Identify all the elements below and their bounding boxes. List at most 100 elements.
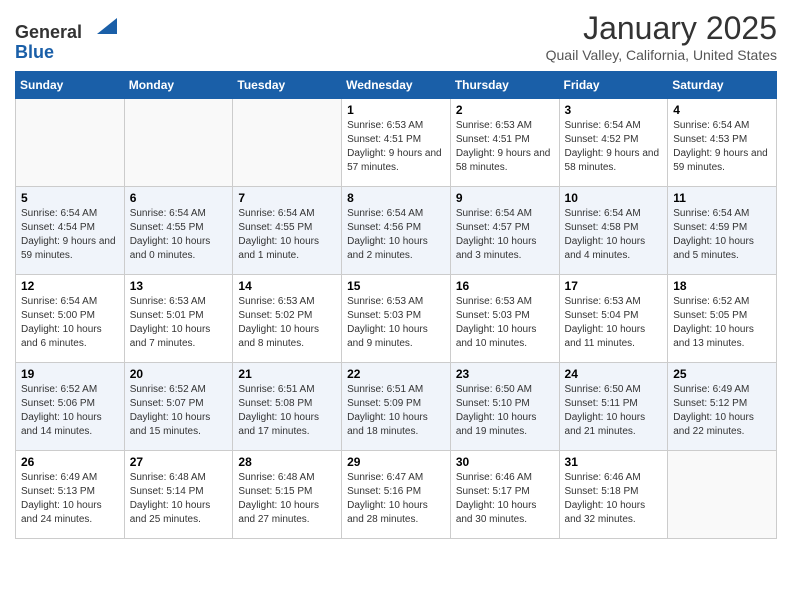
day-info: Sunrise: 6:54 AM Sunset: 4:59 PM Dayligh… <box>673 207 771 263</box>
day-number: 5 <box>21 191 119 205</box>
calendar-cell: 29 Sunrise: 6:47 AM Sunset: 5:16 PM Dayli… <box>342 451 451 539</box>
day-number: 10 <box>565 191 663 205</box>
logo-blue: Blue <box>15 42 54 62</box>
calendar-cell: 31 Sunrise: 6:46 AM Sunset: 5:18 PM Dayli… <box>559 451 668 539</box>
calendar-cell: 10 Sunrise: 6:54 AM Sunset: 4:58 PM Dayli… <box>559 187 668 275</box>
col-header-thursday: Thursday <box>450 72 559 99</box>
calendar-cell: 14Sunrise: 6:53 AM Sunset: 5:02 PM Dayli… <box>233 275 342 363</box>
calendar-cell <box>233 99 342 187</box>
day-number: 21 <box>238 367 336 381</box>
calendar-cell: 7 Sunrise: 6:54 AM Sunset: 4:55 PM Daylig… <box>233 187 342 275</box>
calendar-cell: 3 Sunrise: 6:54 AM Sunset: 4:52 PM Daylig… <box>559 99 668 187</box>
calendar-cell: 5 Sunrise: 6:54 AM Sunset: 4:54 PM Daylig… <box>16 187 125 275</box>
day-number: 22 <box>347 367 445 381</box>
day-info: Sunrise: 6:54 AM Sunset: 5:00 PM Dayligh… <box>21 295 119 351</box>
calendar-cell: 1Sunrise: 6:53 AM Sunset: 4:51 PM Daylig… <box>342 99 451 187</box>
calendar-cell: 20 Sunrise: 6:52 AM Sunset: 5:07 PM Dayli… <box>124 363 233 451</box>
day-number: 26 <box>21 455 119 469</box>
calendar-cell: 17 Sunrise: 6:53 AM Sunset: 5:04 PM Dayli… <box>559 275 668 363</box>
day-number: 23 <box>456 367 554 381</box>
day-number: 15 <box>347 279 445 293</box>
day-number: 31 <box>565 455 663 469</box>
calendar-cell: 16Sunrise: 6:53 AM Sunset: 5:03 PM Dayli… <box>450 275 559 363</box>
day-number: 19 <box>21 367 119 381</box>
day-info: Sunrise: 6:48 AM Sunset: 5:15 PM Dayligh… <box>238 471 336 527</box>
calendar-cell: 30 Sunrise: 6:46 AM Sunset: 5:17 PM Dayli… <box>450 451 559 539</box>
day-number: 13 <box>130 279 228 293</box>
day-info: Sunrise: 6:54 AM Sunset: 4:55 PM Dayligh… <box>130 207 228 263</box>
day-info: Sunrise: 6:54 AM Sunset: 4:54 PM Dayligh… <box>21 207 119 263</box>
page-header: General Blue January 2025 Quail Valley, … <box>15 10 777 63</box>
day-number: 20 <box>130 367 228 381</box>
day-info: Sunrise: 6:51 AM Sunset: 5:08 PM Dayligh… <box>238 383 336 439</box>
calendar-header-row: SundayMondayTuesdayWednesdayThursdayFrid… <box>16 72 777 99</box>
week-row-4: 19 Sunrise: 6:52 AM Sunset: 5:06 PM Dayli… <box>16 363 777 451</box>
day-number: 18 <box>673 279 771 293</box>
calendar-cell: 6 Sunrise: 6:54 AM Sunset: 4:55 PM Daylig… <box>124 187 233 275</box>
calendar-cell <box>16 99 125 187</box>
day-number: 4 <box>673 103 771 117</box>
day-number: 30 <box>456 455 554 469</box>
day-number: 24 <box>565 367 663 381</box>
col-header-tuesday: Tuesday <box>233 72 342 99</box>
day-info: Sunrise: 6:46 AM Sunset: 5:17 PM Dayligh… <box>456 471 554 527</box>
day-number: 3 <box>565 103 663 117</box>
day-info: Sunrise: 6:48 AM Sunset: 5:14 PM Dayligh… <box>130 471 228 527</box>
day-info: Sunrise: 6:52 AM Sunset: 5:06 PM Dayligh… <box>21 383 119 439</box>
day-number: 12 <box>21 279 119 293</box>
col-header-saturday: Saturday <box>668 72 777 99</box>
day-info: Sunrise: 6:54 AM Sunset: 4:57 PM Dayligh… <box>456 207 554 263</box>
day-number: 2 <box>456 103 554 117</box>
logo-general: General <box>15 22 82 42</box>
day-info: Sunrise: 6:54 AM Sunset: 4:58 PM Dayligh… <box>565 207 663 263</box>
day-info: Sunrise: 6:51 AM Sunset: 5:09 PM Dayligh… <box>347 383 445 439</box>
day-number: 6 <box>130 191 228 205</box>
day-info: Sunrise: 6:47 AM Sunset: 5:16 PM Dayligh… <box>347 471 445 527</box>
day-info: Sunrise: 6:50 AM Sunset: 5:10 PM Dayligh… <box>456 383 554 439</box>
calendar-cell: 15 Sunrise: 6:53 AM Sunset: 5:03 PM Dayli… <box>342 275 451 363</box>
day-info: Sunrise: 6:54 AM Sunset: 4:55 PM Dayligh… <box>238 207 336 263</box>
calendar-cell: 11 Sunrise: 6:54 AM Sunset: 4:59 PM Dayli… <box>668 187 777 275</box>
location-subtitle: Quail Valley, California, United States <box>546 47 777 63</box>
calendar-cell: 27 Sunrise: 6:48 AM Sunset: 5:14 PM Dayli… <box>124 451 233 539</box>
calendar-cell: 19 Sunrise: 6:52 AM Sunset: 5:06 PM Dayli… <box>16 363 125 451</box>
calendar-cell: 28 Sunrise: 6:48 AM Sunset: 5:15 PM Dayli… <box>233 451 342 539</box>
week-row-1: 1 Sunrise: 6:53 AM Sunset: 4:51 PM Daylig… <box>16 99 777 187</box>
day-info: Sunrise: 6:52 AM Sunset: 5:05 PM Dayligh… <box>673 295 771 351</box>
week-row-3: 12 Sunrise: 6:54 AM Sunset: 5:00 PM Dayli… <box>16 275 777 363</box>
day-info: Sunrise: 6:53 AM Sunset: 4:51 PM Dayligh… <box>456 119 554 175</box>
calendar-cell: 4 Sunrise: 6:54 AM Sunset: 4:53 PM Daylig… <box>668 99 777 187</box>
calendar-cell <box>668 451 777 539</box>
calendar-cell: 21 Sunrise: 6:51 AM Sunset: 5:08 PM Dayli… <box>233 363 342 451</box>
day-info: Sunrise: 6:54 AM Sunset: 4:53 PM Dayligh… <box>673 119 771 175</box>
calendar-cell: 24 Sunrise: 6:50 AM Sunset: 5:11 PM Dayli… <box>559 363 668 451</box>
week-row-2: 5 Sunrise: 6:54 AM Sunset: 4:54 PM Daylig… <box>16 187 777 275</box>
calendar-table: SundayMondayTuesdayWednesdayThursdayFrid… <box>15 71 777 539</box>
col-header-sunday: Sunday <box>16 72 125 99</box>
day-number: 29 <box>347 455 445 469</box>
calendar-cell: 9 Sunrise: 6:54 AM Sunset: 4:57 PM Daylig… <box>450 187 559 275</box>
day-info: Sunrise: 6:54 AM Sunset: 4:52 PM Dayligh… <box>565 119 663 175</box>
col-header-friday: Friday <box>559 72 668 99</box>
day-info: Sunrise: 6:46 AM Sunset: 5:18 PM Dayligh… <box>565 471 663 527</box>
calendar-cell: 25Sunrise: 6:49 AM Sunset: 5:12 PM Dayli… <box>668 363 777 451</box>
day-number: 1 <box>347 103 445 117</box>
day-info: Sunrise: 6:54 AM Sunset: 4:56 PM Dayligh… <box>347 207 445 263</box>
calendar-cell: 8Sunrise: 6:54 AM Sunset: 4:56 PM Daylig… <box>342 187 451 275</box>
logo-triangle-icon <box>89 10 117 38</box>
calendar-cell: 13 Sunrise: 6:53 AM Sunset: 5:01 PM Dayli… <box>124 275 233 363</box>
day-number: 7 <box>238 191 336 205</box>
day-number: 11 <box>673 191 771 205</box>
day-number: 27 <box>130 455 228 469</box>
day-info: Sunrise: 6:53 AM Sunset: 5:01 PM Dayligh… <box>130 295 228 351</box>
day-number: 9 <box>456 191 554 205</box>
day-number: 28 <box>238 455 336 469</box>
day-info: Sunrise: 6:53 AM Sunset: 5:03 PM Dayligh… <box>456 295 554 351</box>
day-number: 17 <box>565 279 663 293</box>
day-info: Sunrise: 6:53 AM Sunset: 5:03 PM Dayligh… <box>347 295 445 351</box>
day-info: Sunrise: 6:50 AM Sunset: 5:11 PM Dayligh… <box>565 383 663 439</box>
day-info: Sunrise: 6:52 AM Sunset: 5:07 PM Dayligh… <box>130 383 228 439</box>
day-info: Sunrise: 6:53 AM Sunset: 5:04 PM Dayligh… <box>565 295 663 351</box>
week-row-5: 26Sunrise: 6:49 AM Sunset: 5:13 PM Dayli… <box>16 451 777 539</box>
calendar-cell <box>124 99 233 187</box>
